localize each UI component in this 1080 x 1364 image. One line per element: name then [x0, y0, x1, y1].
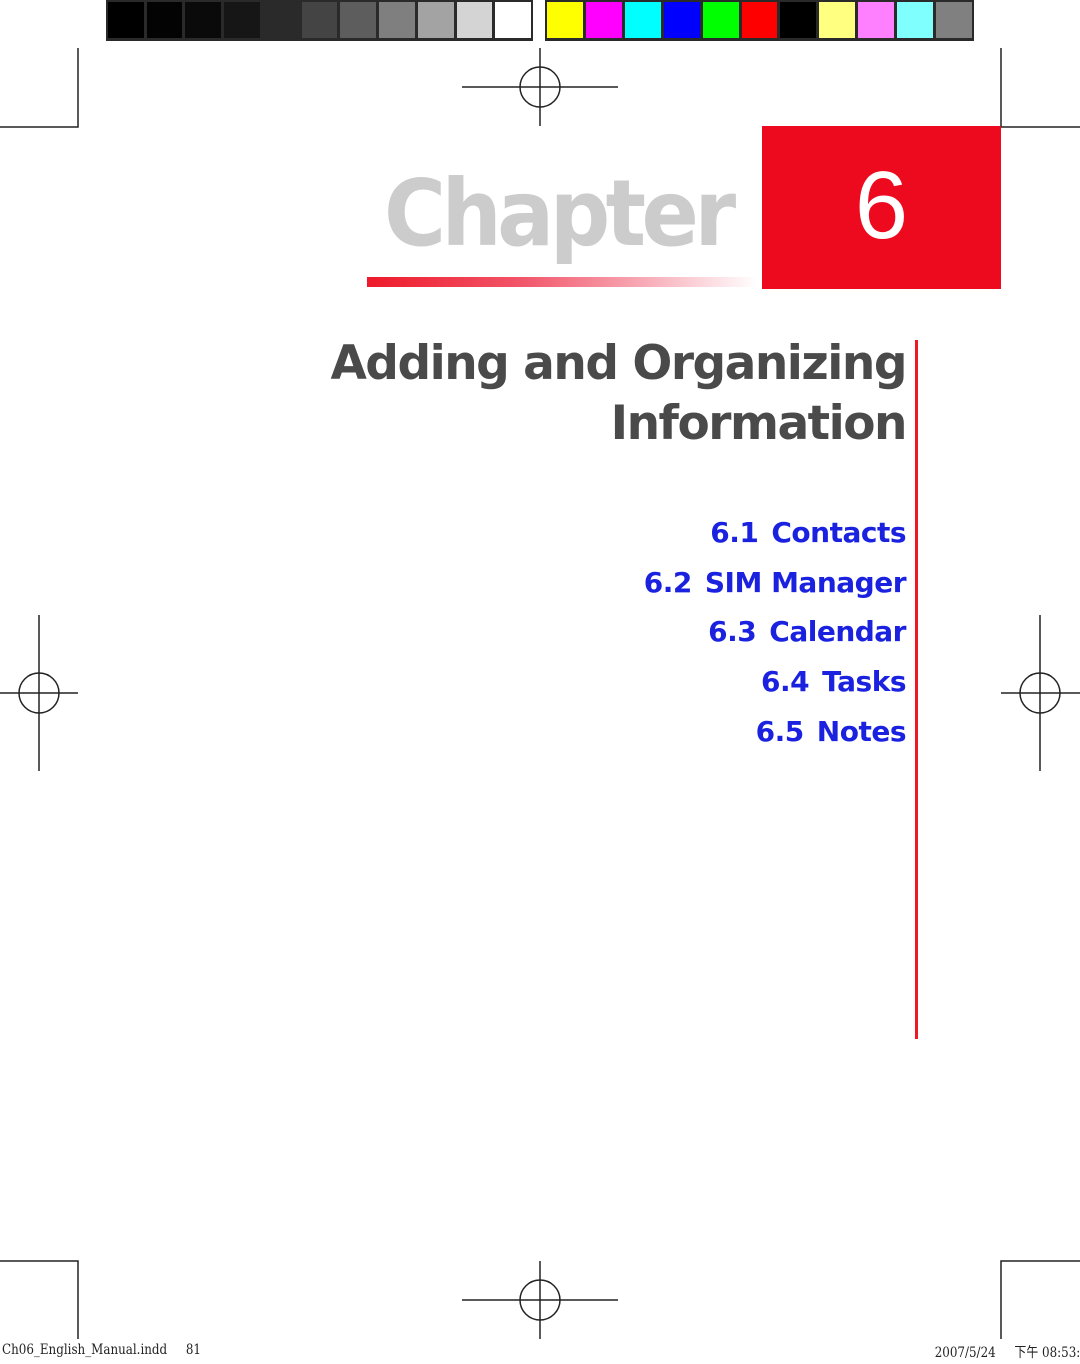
process-color-bar — [545, 0, 974, 41]
toc-item-contacts[interactable]: 6.1 Contacts — [644, 508, 906, 558]
chapter-number-box: 6 — [762, 126, 1001, 289]
chapter-number: 6 — [854, 151, 909, 259]
table-of-contents: 6.1 Contacts 6.2 SIM Manager 6.3 Calenda… — [643, 508, 907, 757]
chapter-underline-gradient — [367, 277, 757, 287]
toc-item-label: Notes — [816, 714, 907, 748]
grayscale-swatch — [379, 2, 415, 38]
slug-timestamp: 2007/5/24 下午 08:53: — [934, 1342, 1080, 1362]
color-swatch — [819, 2, 856, 38]
chapter-title-line-1: Adding and Organizing — [330, 336, 907, 391]
crop-mark-bottom-left — [0, 1260, 79, 1339]
grayscale-swatch — [340, 2, 377, 38]
toc-item-tasks[interactable]: 6.4 Tasks — [644, 657, 906, 707]
crop-mark-bottom-right — [1000, 1260, 1080, 1339]
color-swatch — [624, 2, 661, 38]
grayscale-swatch — [146, 2, 183, 38]
chapter-label: Chapter — [384, 160, 736, 267]
grayscale-swatch — [301, 2, 338, 38]
grayscale-swatch — [417, 2, 454, 38]
toc-item-label: Tasks — [822, 665, 906, 699]
crop-mark-top-right — [1000, 48, 1080, 128]
crop-mark-top-left — [0, 48, 79, 128]
grayscale-swatch — [456, 2, 493, 38]
grayscale-swatch — [262, 2, 299, 38]
slug-time: 下午 08:53: — [1014, 1345, 1080, 1361]
grayscale-swatch — [224, 2, 260, 38]
color-swatch — [741, 2, 778, 38]
slug-date: 2007/5/24 — [934, 1345, 996, 1361]
toc-item-calendar[interactable]: 6.3 Calendar — [644, 607, 906, 657]
color-swatch — [936, 2, 972, 38]
slug-filename: Ch06_English_Manual.indd — [2, 1342, 168, 1358]
toc-item-label: Calendar — [769, 615, 906, 649]
toc-item-label: SIM Manager — [704, 565, 907, 599]
grayscale-swatch — [185, 2, 222, 38]
slug-file-info: Ch06_English_Manual.indd 81 — [2, 1342, 201, 1358]
toc-item-sim-manager[interactable]: 6.2 SIM Manager — [643, 558, 907, 608]
chapter-title: Adding and Organizing Information — [330, 334, 908, 454]
registration-mark-right — [1001, 615, 1080, 771]
color-swatch — [547, 2, 583, 38]
grayscale-swatch — [495, 2, 532, 38]
registration-mark-top — [462, 48, 618, 126]
registration-mark-bottom — [462, 1261, 618, 1339]
color-swatch — [663, 2, 700, 38]
color-swatch — [702, 2, 739, 38]
toc-item-notes[interactable]: 6.5 Notes — [644, 707, 907, 757]
toc-item-number: 6.2 — [643, 565, 693, 599]
toc-item-number: 6.3 — [708, 615, 757, 649]
color-swatch — [897, 2, 934, 38]
color-swatch — [585, 2, 622, 38]
color-swatch — [858, 2, 895, 38]
color-swatch — [780, 2, 817, 38]
grayscale-swatch — [108, 2, 144, 38]
registration-mark-left — [0, 615, 78, 771]
slug-page-number: 81 — [185, 1342, 202, 1358]
toc-item-number: 6.4 — [761, 665, 810, 699]
vertical-red-rule — [915, 340, 918, 1039]
grayscale-color-bar — [106, 0, 533, 41]
chapter-title-line-2: Information — [610, 396, 908, 451]
toc-item-number: 6.5 — [755, 714, 805, 748]
toc-item-number: 6.1 — [710, 516, 759, 549]
toc-item-label: Contacts — [771, 516, 906, 549]
